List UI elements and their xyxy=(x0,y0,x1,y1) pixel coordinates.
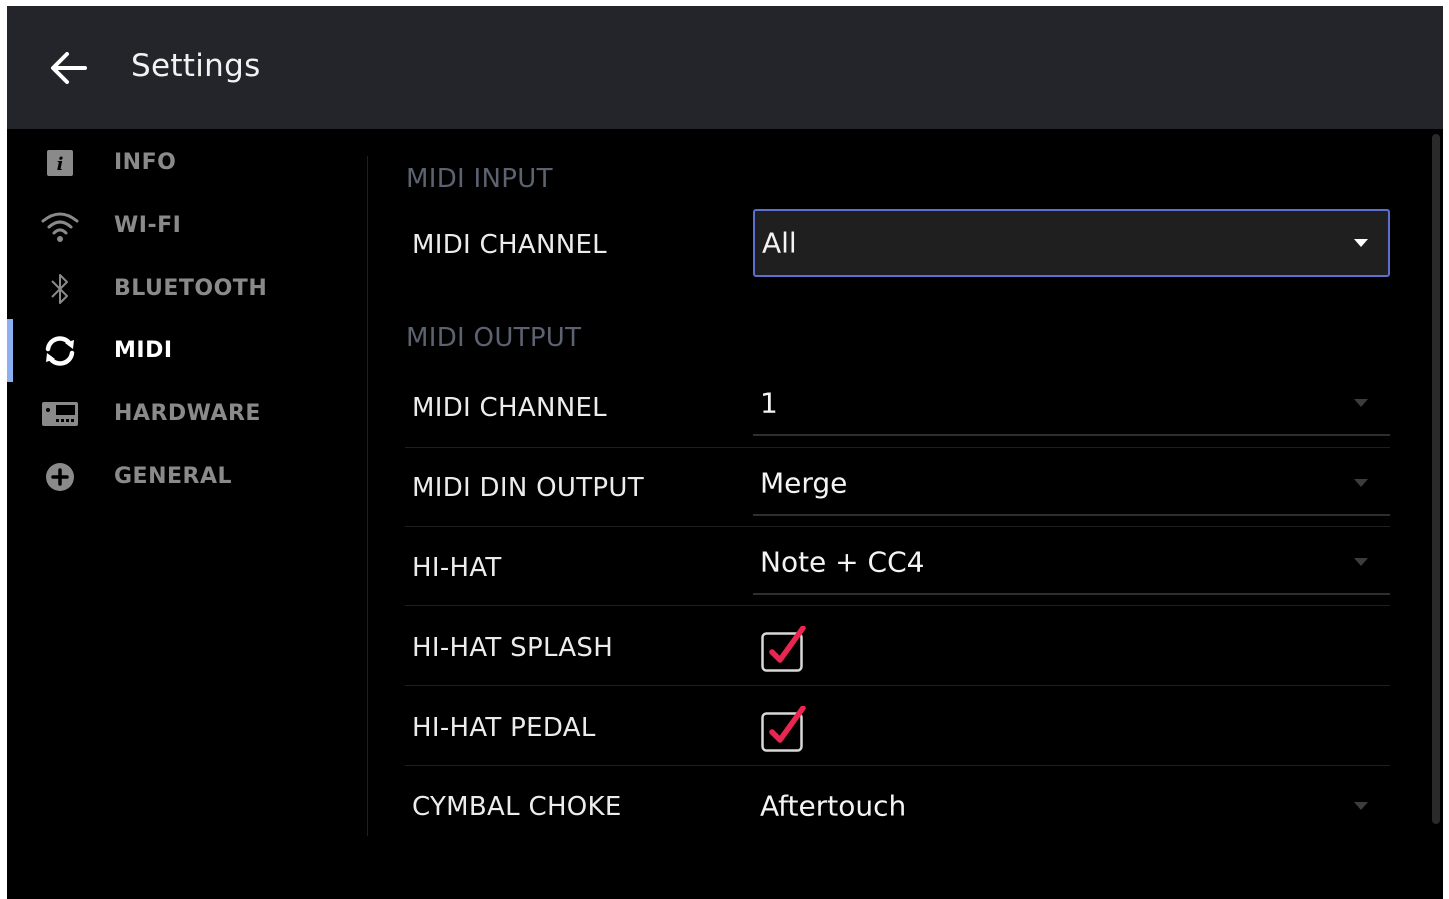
bluetooth-icon xyxy=(40,269,80,309)
section-title-midi-input: MIDI INPUT xyxy=(406,164,553,194)
setting-label: HI-HAT SPLASH xyxy=(412,633,614,663)
dropdown-arrow-icon xyxy=(1354,802,1368,810)
dropdown-arrow-icon xyxy=(1354,558,1368,566)
wifi-icon xyxy=(40,206,80,246)
setting-label: MIDI CHANNEL xyxy=(412,393,607,423)
sidebar-item-bluetooth[interactable]: BLUETOOTH xyxy=(7,257,367,320)
hi-hat-pedal-checkbox[interactable] xyxy=(761,705,806,752)
midi-din-output-select[interactable]: Merge xyxy=(753,450,1390,516)
sidebar-item-label: BLUETOOTH xyxy=(114,276,268,301)
sidebar-item-general[interactable]: GENERAL xyxy=(7,445,367,508)
setting-row-midi-din-output: MIDI DIN OUTPUT Merge xyxy=(405,447,1390,527)
input-midi-channel-select[interactable]: All xyxy=(753,209,1390,277)
sidebar-item-midi[interactable]: MIDI xyxy=(7,319,367,382)
sync-icon xyxy=(40,331,80,371)
select-underline xyxy=(753,593,1390,595)
setting-label: HI-HAT PEDAL xyxy=(412,713,596,743)
setting-row-cymbal-choke: CYMBAL CHOKE Aftertouch xyxy=(405,766,1390,846)
setting-row-output-midi-channel: MIDI CHANNEL 1 xyxy=(405,368,1390,448)
checkmark-icon xyxy=(761,625,806,672)
select-value: Aftertouch xyxy=(760,789,907,823)
scrollbar[interactable] xyxy=(1432,134,1440,824)
select-underline xyxy=(753,514,1390,516)
header-bar: Settings xyxy=(7,6,1443,129)
sidebar-item-wifi[interactable]: WI-FI xyxy=(7,194,367,257)
cymbal-choke-select[interactable]: Aftertouch xyxy=(753,773,1390,839)
select-value: Note + CC4 xyxy=(760,545,925,579)
checkmark-icon xyxy=(761,705,806,752)
page-title: Settings xyxy=(131,48,261,84)
setting-label: MIDI DIN OUTPUT xyxy=(412,473,644,503)
setting-row-hi-hat-pedal: HI-HAT PEDAL xyxy=(405,686,1390,766)
dropdown-arrow-icon xyxy=(1354,239,1368,247)
setting-row-hi-hat-splash: HI-HAT SPLASH xyxy=(405,606,1390,686)
select-underline xyxy=(753,434,1390,436)
setting-label: MIDI CHANNEL xyxy=(412,230,607,260)
arrow-left-icon xyxy=(51,52,87,84)
hi-hat-splash-checkbox[interactable] xyxy=(761,625,806,672)
output-midi-channel-select[interactable]: 1 xyxy=(753,370,1390,436)
sidebar-divider xyxy=(367,156,368,836)
dropdown-arrow-icon xyxy=(1354,479,1368,487)
sidebar-item-label: HARDWARE xyxy=(114,401,261,426)
dropdown-arrow-icon xyxy=(1354,399,1368,407)
sidebar-item-label: INFO xyxy=(114,150,177,175)
hi-hat-select[interactable]: Note + CC4 xyxy=(753,529,1390,595)
plus-circle-icon xyxy=(40,457,80,497)
info-icon: i xyxy=(40,143,80,183)
setting-row-input-midi-channel: MIDI CHANNEL All xyxy=(405,209,1390,281)
sidebar-item-hardware[interactable]: HARDWARE xyxy=(7,382,367,445)
select-value: Merge xyxy=(760,466,848,500)
setting-label: HI-HAT xyxy=(412,553,502,583)
back-button[interactable] xyxy=(45,44,93,92)
sidebar-item-info[interactable]: i INFO xyxy=(7,131,367,194)
hardware-icon xyxy=(40,394,80,434)
sidebar-item-label: GENERAL xyxy=(114,464,233,489)
select-value: 1 xyxy=(760,386,778,420)
select-value: All xyxy=(762,226,797,260)
settings-app: Settings i INFO WI-FI BLUETOOTH MIDI HAR… xyxy=(7,6,1443,899)
sidebar-item-label: MIDI xyxy=(114,338,173,363)
setting-label: CYMBAL CHOKE xyxy=(412,792,622,822)
sidebar: i INFO WI-FI BLUETOOTH MIDI HARDWARE GEN… xyxy=(7,129,369,899)
svg-text:i: i xyxy=(57,154,64,175)
sidebar-item-label: WI-FI xyxy=(114,213,182,238)
setting-row-hi-hat: HI-HAT Note + CC4 xyxy=(405,526,1390,606)
section-title-midi-output: MIDI OUTPUT xyxy=(406,323,582,353)
